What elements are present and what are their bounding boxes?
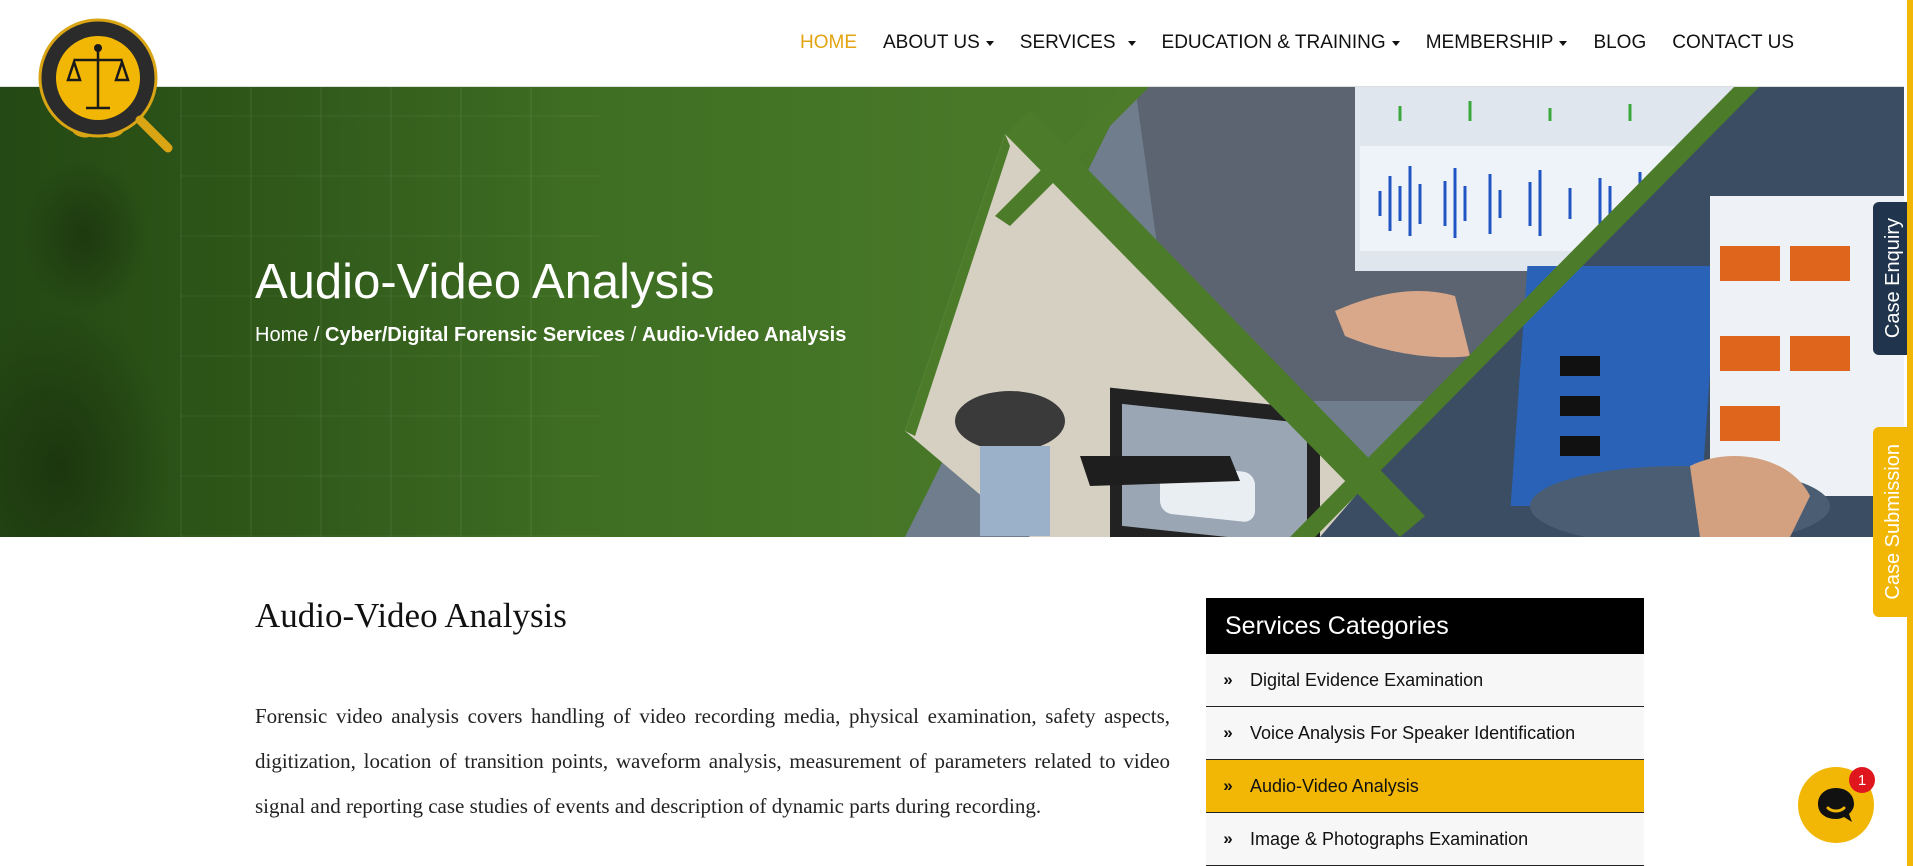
breadcrumb: Home / Cyber/Digital Forensic Services /… (255, 324, 846, 347)
caret-down-icon (1559, 40, 1568, 46)
caret-down-icon (985, 40, 994, 46)
nav-contact[interactable]: CONTACT US (1672, 32, 1794, 54)
main-nav: HOME ABOUT US SERVICES EDUCATION & TRAIN… (800, 0, 1794, 86)
chat-icon (1818, 788, 1854, 822)
breadcrumb-current: Audio-Video Analysis (641, 324, 847, 346)
category-voice-analysis[interactable]: » Voice Analysis For Speaker Identificat… (1206, 707, 1644, 760)
category-label: Audio-Video Analysis (1250, 775, 1419, 796)
content-title: Audio-Video Analysis (255, 596, 567, 635)
case-enquiry-label: Case Enquiry (1881, 218, 1904, 339)
double-chevron-right-icon: » (1223, 723, 1233, 742)
case-submission-label: Case Submission (1881, 444, 1904, 600)
nav-home[interactable]: HOME (800, 32, 857, 54)
category-label: Voice Analysis For Speaker Identificatio… (1250, 722, 1576, 743)
nav-about[interactable]: ABOUT US (883, 32, 994, 54)
breadcrumb-parent[interactable]: Cyber/Digital Forensic Services (325, 324, 625, 346)
caret-down-icon (1391, 40, 1400, 46)
breadcrumb-separator: / (625, 324, 642, 346)
banner-title: Audio-Video Analysis (255, 255, 715, 309)
nav-about-label: ABOUT US (883, 32, 980, 53)
category-label: Digital Evidence Examination (1250, 669, 1484, 690)
nav-blog-label: BLOG (1593, 32, 1647, 53)
category-audio-video-analysis[interactable]: » Audio-Video Analysis (1206, 760, 1644, 813)
logo-emblem-icon (38, 18, 173, 153)
double-chevron-right-icon: » (1223, 829, 1233, 848)
nav-blog[interactable]: BLOG (1593, 32, 1646, 54)
breadcrumb-separator: / (308, 324, 326, 346)
site-header: HOME ABOUT US SERVICES EDUCATION & TRAIN… (0, 0, 1904, 87)
nav-services[interactable]: SERVICES (1020, 32, 1136, 54)
category-image-photographs[interactable]: » Image & Photographs Examination (1206, 813, 1644, 866)
banner-collage (905, 86, 1904, 537)
scrollbar[interactable] (1907, 0, 1913, 866)
services-categories: Services Categories » Digital Evidence E… (1206, 598, 1644, 866)
nav-home-label: HOME (800, 32, 857, 53)
services-categories-title: Services Categories (1206, 598, 1644, 654)
chat-notification-badge: 1 (1849, 767, 1875, 793)
category-label: Image & Photographs Examination (1250, 828, 1529, 849)
nav-membership[interactable]: MEMBERSHIP (1426, 32, 1568, 54)
page-banner: Audio-Video Analysis Home / Cyber/Digita… (0, 86, 1904, 537)
nav-services-label: SERVICES (1019, 32, 1116, 53)
nav-membership-label: MEMBERSHIP (1425, 32, 1554, 53)
nav-contact-label: CONTACT US (1672, 32, 1794, 53)
nav-education[interactable]: EDUCATION & TRAINING (1162, 32, 1400, 54)
nav-education-label: EDUCATION & TRAINING (1161, 32, 1386, 53)
double-chevron-right-icon: » (1223, 776, 1233, 795)
double-chevron-right-icon: » (1223, 670, 1233, 689)
category-digital-evidence[interactable]: » Digital Evidence Examination (1206, 654, 1644, 707)
site-logo[interactable] (28, 10, 188, 158)
breadcrumb-home[interactable]: Home (255, 324, 308, 346)
caret-down-icon (1127, 40, 1136, 46)
content-paragraph: Forensic video analysis covers handling … (255, 704, 1170, 818)
